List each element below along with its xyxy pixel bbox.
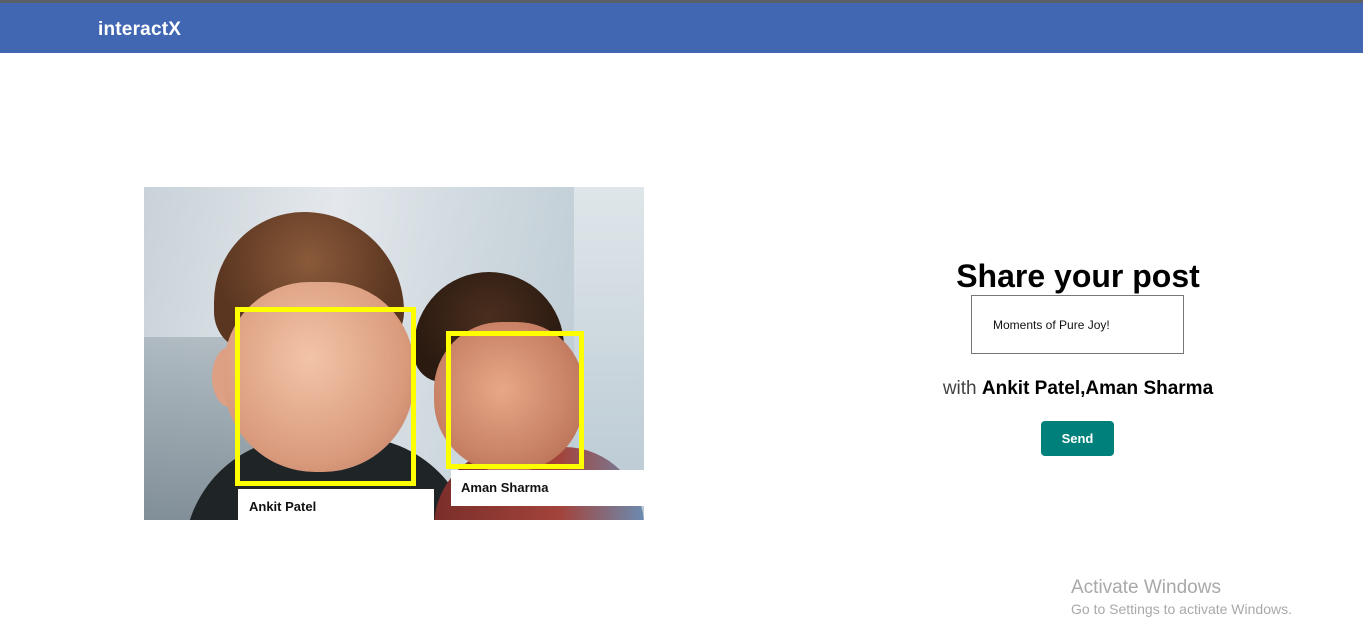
- brand-logo[interactable]: interactX: [98, 19, 181, 41]
- name-tag-aman: Aman Sharma: [451, 470, 644, 506]
- share-title: Share your post: [956, 258, 1200, 294]
- watermark-subtitle: Go to Settings to activate Windows.: [1071, 601, 1292, 617]
- name-tag-ankit: Ankit Patel: [238, 489, 434, 520]
- tagged-with-line: with Ankit Patel,Aman Sharma: [880, 378, 1276, 400]
- watermark-title: Activate Windows: [1071, 577, 1221, 598]
- navbar: interactX: [0, 3, 1363, 53]
- post-caption-input[interactable]: [971, 295, 1184, 354]
- send-button[interactable]: Send: [1041, 421, 1114, 456]
- face-box-aman[interactable]: [446, 331, 584, 469]
- activate-windows-watermark: Activate Windows Go to Settings to activ…: [1071, 577, 1292, 617]
- tagged-photo: Ankit Patel Aman Sharma: [144, 187, 644, 520]
- face-box-ankit[interactable]: [235, 307, 416, 486]
- with-label: with: [942, 378, 977, 399]
- tagged-people: Ankit Patel,Aman Sharma: [981, 378, 1214, 399]
